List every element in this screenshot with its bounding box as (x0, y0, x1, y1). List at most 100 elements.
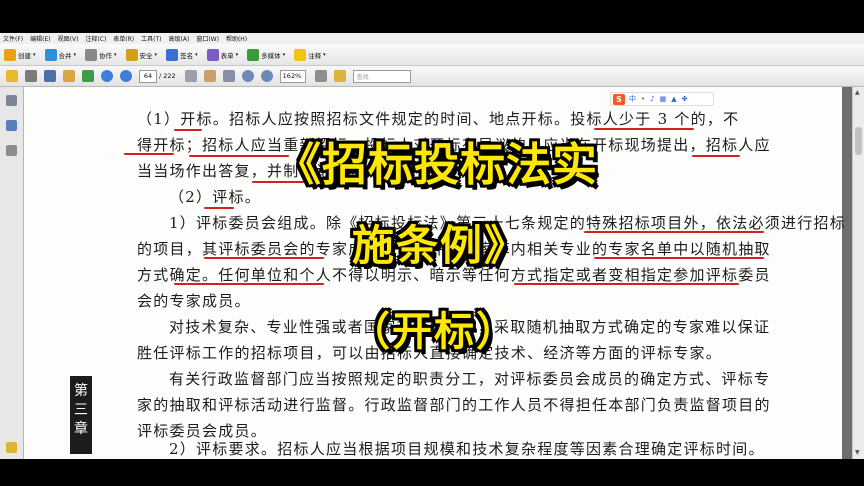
pen-icon (166, 48, 179, 61)
punctuation-icon[interactable]: • (641, 95, 645, 103)
combine-label: 合并 (58, 51, 72, 60)
multimedia-icon (247, 48, 260, 61)
menu-form[interactable]: 表单(R) (113, 34, 134, 43)
fit-page-icon[interactable] (314, 70, 327, 82)
page-number-input[interactable]: 64 (139, 69, 157, 83)
lock-icon (125, 48, 138, 61)
fit-width-icon[interactable] (333, 70, 346, 82)
app-window: 文件(F) 编辑(E) 视图(V) 注释(C) 表单(R) 工具(T) 高级(A… (0, 0, 864, 486)
menu-view[interactable]: 视图(V) (58, 34, 79, 43)
signatures-panel-icon[interactable] (6, 145, 17, 156)
overlay-title-line2: 施条例》 (352, 221, 529, 270)
overlay-title-line3: （开标） (350, 309, 518, 355)
page-total: / 222 (159, 72, 176, 80)
pages-panel-icon[interactable] (6, 95, 17, 106)
form-label: 表单 (220, 51, 234, 60)
create-button[interactable]: 创建 ▾ (4, 48, 36, 61)
doc-line: 2）评标要求。招标人应当根据项目规模和技术复杂程度等因素合理确定评标时间。 (169, 440, 765, 458)
menu-advanced[interactable]: 高级(A) (169, 34, 190, 43)
microphone-icon[interactable]: ♪ (650, 95, 654, 103)
navigation-sidebar (0, 87, 24, 459)
create-label: 创建 (18, 51, 31, 60)
arrow-down-icon[interactable] (120, 70, 132, 82)
multimedia-button[interactable]: 多媒体 ▾ (247, 48, 286, 61)
annotation-underline (204, 257, 324, 259)
vertical-scrollbar[interactable]: ▲ ▼ (852, 87, 864, 459)
zoom-level-input[interactable]: 162% (279, 69, 306, 83)
scroll-up-icon[interactable]: ▲ (855, 89, 860, 96)
doc-line: 家的抽取和评标活动进行监督。行政监督部门的工作人员不得担任本部门负责监督项目的 (137, 396, 771, 414)
find-input[interactable]: 查找 (352, 69, 411, 83)
open-folder-icon[interactable] (6, 70, 18, 82)
security-button[interactable]: 安全 ▾ (125, 48, 158, 61)
chevron-down-icon: ▾ (323, 51, 326, 58)
multimedia-label: 多媒体 (261, 51, 281, 60)
ime-mode[interactable]: 中 (629, 94, 636, 104)
ime-toolbar[interactable]: S 中 • ♪ ▦ ▲ ✤ (610, 92, 714, 106)
annotation-underline (124, 153, 174, 155)
comment-button[interactable]: 注释 ▾ (294, 48, 326, 61)
refresh-icon[interactable] (82, 70, 94, 82)
form-button[interactable]: 表单 ▾ (206, 48, 239, 61)
hand-tool-icon[interactable] (203, 70, 216, 82)
scroll-down-icon[interactable]: ▼ (855, 449, 860, 456)
skin-icon[interactable]: ▲ (671, 95, 676, 103)
chevron-down-icon: ▾ (195, 51, 198, 58)
print-icon[interactable] (25, 70, 37, 82)
doc-line: （2）评标。 (169, 188, 262, 206)
form-icon (206, 48, 219, 61)
menu-tools[interactable]: 工具(T) (141, 34, 161, 43)
chapter-tab-char: 章 (74, 421, 88, 437)
menu-file[interactable]: 文件(F) (3, 34, 23, 43)
task-toolbar: 创建 ▾ 合并 ▾ 协作 ▾ 安全 ▾ 签名 ▾ 表单 ▾ 多媒体 ▾ 注释 ▾ (0, 44, 864, 66)
collaborate-label: 协作 (99, 51, 113, 60)
menu-edit[interactable]: 编辑(E) (30, 34, 50, 43)
zoom-out-icon[interactable] (241, 70, 254, 82)
sign-button[interactable]: 签名 ▾ (166, 48, 198, 61)
chevron-down-icon: ▾ (154, 51, 158, 58)
security-label: 安全 (139, 51, 153, 60)
chapter-tab-char: 三 (74, 402, 88, 418)
annotation-underline (594, 257, 764, 259)
zoom-in-icon[interactable] (260, 70, 273, 82)
bookmarks-panel-icon[interactable] (6, 120, 17, 131)
menu-comment[interactable]: 注释(C) (85, 34, 106, 43)
chevron-down-icon: ▾ (282, 51, 286, 58)
text-select-icon[interactable] (184, 70, 197, 82)
combine-icon (44, 48, 57, 61)
annotation-underline (514, 283, 739, 285)
comment-icon (294, 48, 307, 61)
chevron-down-icon: ▾ (33, 51, 36, 58)
annotation-underline (204, 207, 234, 209)
menu-help[interactable]: 帮助(H) (226, 34, 247, 43)
marquee-zoom-icon[interactable] (222, 70, 235, 82)
navigation-toolbar: 64 / 222 162% 查找 (0, 66, 864, 87)
collaborate-button[interactable]: 协作 ▾ (85, 48, 117, 61)
chevron-down-icon: ▾ (235, 51, 239, 58)
doc-line: （1）开标。招标人应按照招标文件规定的时间、地点开标。投标人少于 3 个的，不 (137, 110, 740, 128)
save-icon[interactable] (44, 70, 56, 82)
chapter-tab: 第 三 章 (70, 376, 92, 454)
create-icon (4, 48, 16, 61)
comment-label: 注释 (308, 51, 322, 60)
chevron-down-icon: ▾ (114, 51, 117, 58)
annotation-underline (594, 128, 694, 130)
toolbox-icon[interactable]: ✤ (682, 95, 688, 103)
annotation-underline (174, 283, 324, 285)
doc-line: 有关行政监督部门应当按照规定的职责分工，对评标委员会成员的确定方式、评标专 (169, 370, 771, 388)
chevron-down-icon: ▾ (73, 51, 77, 58)
collaborate-icon (85, 48, 98, 61)
keyboard-icon[interactable]: ▦ (660, 95, 667, 103)
annotation-underline (584, 231, 764, 233)
email-icon[interactable] (63, 70, 75, 82)
chapter-tab-char: 第 (74, 383, 88, 399)
scroll-thumb[interactable] (855, 127, 862, 155)
attachments-panel-icon[interactable] (6, 442, 17, 453)
annotation-underline (692, 155, 740, 157)
combine-button[interactable]: 合并 ▾ (44, 48, 77, 61)
ime-logo: S (613, 93, 625, 105)
annotation-underline (174, 129, 202, 131)
doc-line: 会的专家成员。 (137, 292, 251, 310)
arrow-up-icon[interactable] (101, 70, 113, 82)
menu-window[interactable]: 窗口(W) (196, 34, 219, 43)
